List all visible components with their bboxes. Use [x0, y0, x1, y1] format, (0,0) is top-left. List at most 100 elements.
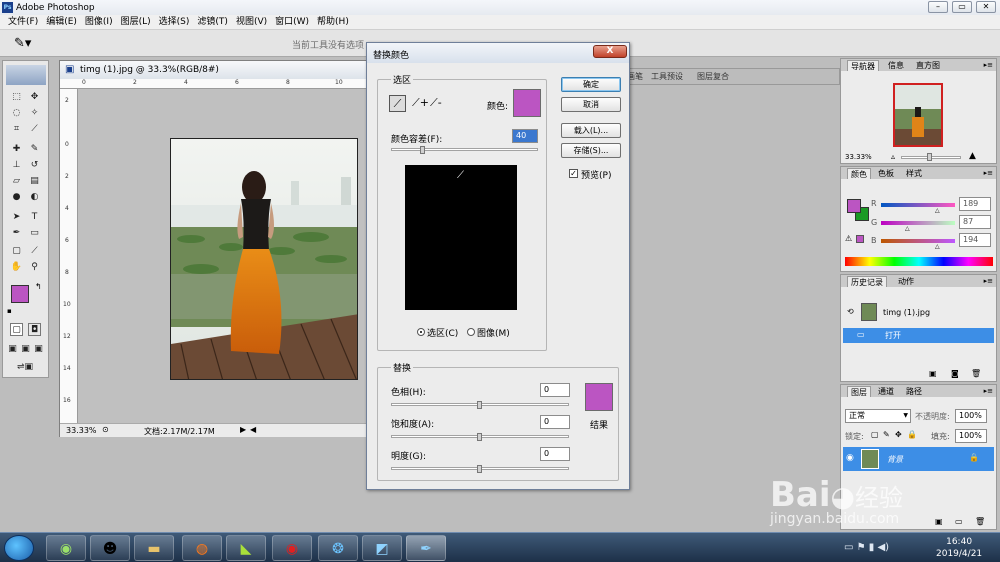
- new-document-from-state-icon[interactable]: ▣: [929, 369, 937, 378]
- standard-mode-icon[interactable]: ▢: [10, 323, 23, 336]
- menu-select[interactable]: 选择(S): [155, 15, 194, 30]
- g-slider-thumb-icon[interactable]: △: [905, 225, 910, 232]
- g-channel-slider[interactable]: [881, 221, 955, 225]
- result-color-swatch[interactable]: [585, 383, 613, 411]
- color-panel-foreground-swatch[interactable]: [847, 199, 861, 213]
- blend-mode-select[interactable]: 正常 ▼: [845, 409, 911, 423]
- hue-slider-thumb[interactable]: [477, 401, 482, 409]
- type-tool-icon[interactable]: T: [28, 211, 41, 224]
- eyedropper-minus-icon[interactable]: ⟋-: [430, 96, 442, 110]
- fill-input[interactable]: 100%: [955, 429, 987, 443]
- selection-preview[interactable]: ⟋: [405, 165, 517, 310]
- lasso-tool-icon[interactable]: ◌: [10, 107, 23, 120]
- opacity-input[interactable]: 100%: [955, 409, 987, 423]
- dialog-title-bar[interactable]: 替换颜色 X: [367, 43, 629, 63]
- taskbar-qq-icon[interactable]: ☻: [90, 535, 130, 561]
- quick-mask-mode-icon[interactable]: ◘: [28, 323, 41, 336]
- tab-actions[interactable]: 动作: [895, 276, 917, 287]
- taskbar-player-icon[interactable]: ◣: [226, 535, 266, 561]
- g-value-input[interactable]: 87: [959, 215, 991, 229]
- dodge-tool-icon[interactable]: ◐: [28, 191, 41, 204]
- hand-tool-icon[interactable]: ✋: [10, 261, 23, 274]
- menu-file[interactable]: 文件(F): [4, 15, 42, 30]
- tab-histogram[interactable]: 直方图: [913, 60, 943, 71]
- jump-to-imageready-icon[interactable]: ⇌▣: [10, 361, 40, 374]
- lock-transparent-icon[interactable]: ▢: [871, 430, 879, 439]
- well-tab-tool-presets[interactable]: 工具预设: [651, 71, 683, 82]
- tab-color[interactable]: 颜色: [847, 168, 871, 179]
- minimize-button[interactable]: –: [928, 1, 948, 13]
- menu-filter[interactable]: 滤镜(T): [193, 15, 232, 30]
- pen-tool-icon[interactable]: ✒: [10, 227, 23, 240]
- delete-state-icon[interactable]: 🗑: [971, 369, 981, 378]
- zoom-out-icon[interactable]: ▵: [891, 152, 895, 161]
- scroll-left-arrow-icon[interactable]: ◀: [250, 425, 256, 434]
- menu-help[interactable]: 帮助(H): [313, 15, 353, 30]
- delete-layer-icon[interactable]: 🗑: [975, 517, 985, 526]
- menu-view[interactable]: 视图(V): [232, 15, 271, 30]
- menu-edit[interactable]: 编辑(E): [42, 15, 81, 30]
- r-channel-slider[interactable]: [881, 203, 955, 207]
- healing-brush-tool-icon[interactable]: ✚: [10, 143, 23, 156]
- navigator-zoom-thumb[interactable]: [927, 153, 932, 161]
- taskbar-firefox-icon[interactable]: ◍: [182, 535, 222, 561]
- gamut-warning-icon[interactable]: ⚠: [845, 234, 852, 243]
- foreground-color-swatch[interactable]: [11, 285, 29, 303]
- history-brush-tool-icon[interactable]: ↺: [28, 159, 41, 172]
- eyedropper-plus-icon[interactable]: ⟋+: [412, 96, 429, 110]
- color-spectrum-bar[interactable]: [845, 257, 993, 266]
- magic-wand-tool-icon[interactable]: ✧: [28, 107, 41, 120]
- menu-layer[interactable]: 图层(L): [117, 15, 155, 30]
- tab-layers[interactable]: 图层: [847, 386, 871, 397]
- eyedropper-icon[interactable]: ⟋: [389, 95, 406, 112]
- lock-image-icon[interactable]: ✎: [883, 430, 890, 439]
- r-value-input[interactable]: 189: [959, 197, 991, 211]
- history-brush-source-icon[interactable]: ⟲: [847, 307, 854, 316]
- status-menu-arrow-icon[interactable]: ▶: [240, 425, 246, 434]
- canvas-area[interactable]: [78, 89, 367, 423]
- document-title-bar[interactable]: ▣ timg (1).jpg @ 33.3%(RGB/8#): [60, 61, 367, 79]
- gamut-color-swatch[interactable]: [856, 235, 864, 243]
- brush-tool-icon[interactable]: ✎: [28, 143, 41, 156]
- taskbar-folder-icon[interactable]: ▬: [134, 535, 174, 561]
- vertical-ruler[interactable]: 2 0 2 4 6 8 10 12 14 16: [60, 89, 78, 423]
- layer-visibility-eye-icon[interactable]: ◉: [846, 453, 854, 463]
- shape-tool-icon[interactable]: ▭: [28, 227, 41, 240]
- tolerance-slider[interactable]: [391, 148, 538, 151]
- picked-color-swatch[interactable]: [513, 89, 541, 117]
- cancel-button[interactable]: 取消: [561, 97, 621, 112]
- radio-image[interactable]: [467, 328, 475, 336]
- saturation-input[interactable]: 0: [540, 415, 570, 429]
- restore-button[interactable]: ▭: [952, 1, 972, 13]
- slice-tool-icon[interactable]: ⟋: [28, 123, 41, 136]
- tolerance-slider-thumb[interactable]: [420, 146, 426, 154]
- new-layer-icon[interactable]: ▣: [935, 517, 943, 526]
- tab-channels[interactable]: 通道: [875, 386, 897, 397]
- lightness-slider-thumb[interactable]: [477, 465, 482, 473]
- zoom-tool-icon[interactable]: ⚲: [28, 261, 41, 274]
- layer-row-background[interactable]: ◉ 背景 🔒: [843, 447, 994, 471]
- photo-canvas[interactable]: [170, 138, 358, 380]
- screen-mode-full-icon[interactable]: ▣: [33, 343, 44, 356]
- zoom-in-icon[interactable]: ▲: [969, 151, 976, 161]
- history-snapshot-label[interactable]: timg (1).jpg: [883, 308, 930, 317]
- lock-position-icon[interactable]: ✥: [895, 430, 902, 439]
- swap-colors-icon[interactable]: ↰: [35, 282, 42, 291]
- menu-image[interactable]: 图像(I): [81, 15, 117, 30]
- tolerance-input[interactable]: 40: [512, 129, 538, 143]
- path-selection-tool-icon[interactable]: ➤: [10, 211, 23, 224]
- ok-button[interactable]: 确定: [561, 77, 621, 92]
- horizontal-ruler[interactable]: 0 2 4 6 8 10: [60, 79, 367, 89]
- crop-tool-icon[interactable]: ⌗: [10, 123, 23, 136]
- panel-menu-icon[interactable]: ▸≡: [984, 387, 993, 395]
- navigator-zoom-value[interactable]: 33.33%: [845, 153, 872, 161]
- marquee-tool-icon[interactable]: ⬚: [10, 91, 23, 104]
- history-step-row[interactable]: ▭ 打开: [843, 328, 994, 343]
- tab-swatches[interactable]: 色板: [875, 168, 897, 179]
- eraser-tool-icon[interactable]: ▱: [10, 175, 23, 188]
- default-colors-icon[interactable]: ▪: [7, 307, 12, 315]
- close-button[interactable]: ✕: [976, 1, 996, 13]
- tab-info[interactable]: 信息: [885, 60, 907, 71]
- eyedropper-tool-icon[interactable]: ⟋: [28, 245, 41, 258]
- new-group-icon[interactable]: ▭: [955, 517, 963, 526]
